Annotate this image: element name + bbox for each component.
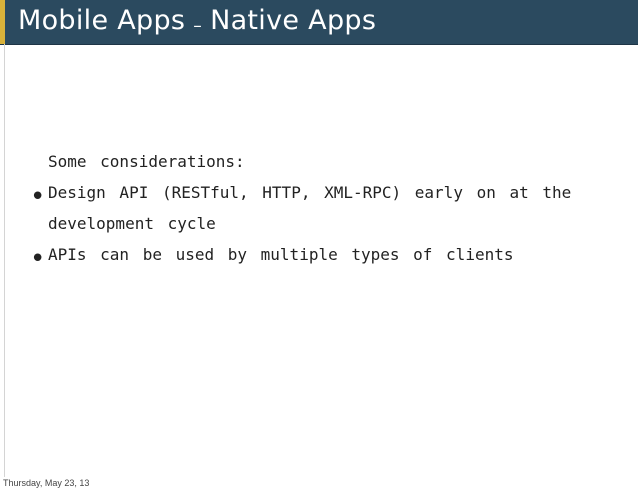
footer-date: Thursday, May 23, 13 [3, 478, 90, 488]
bullet-text: Design API (RESTful, HTTP, XML-RPC) earl… [48, 183, 572, 233]
slide-title: Mobile Apps – Native Apps [18, 3, 376, 39]
title-sub: Native Apps [210, 5, 377, 36]
bullet-dot: • [30, 244, 46, 274]
intro-text: Some considerations: [48, 152, 245, 171]
bullet-item: • APIs can be used by multiple types of … [30, 239, 620, 274]
title-main: Mobile Apps [18, 5, 186, 36]
slide-body: Some considerations: • Design API (RESTf… [30, 146, 620, 274]
bullet-item: • Design API (RESTful, HTTP, XML-RPC) ea… [30, 177, 620, 239]
title-bar: Mobile Apps – Native Apps [0, 0, 638, 45]
bullet-text: APIs can be used by multiple types of cl… [48, 245, 514, 264]
title-separator: – [193, 16, 203, 36]
bullet-dot: • [30, 182, 46, 212]
title-accent-stripe [0, 0, 5, 44]
slide: Mobile Apps – Native Apps Some considerati… [0, 0, 638, 491]
left-divider [4, 44, 5, 477]
